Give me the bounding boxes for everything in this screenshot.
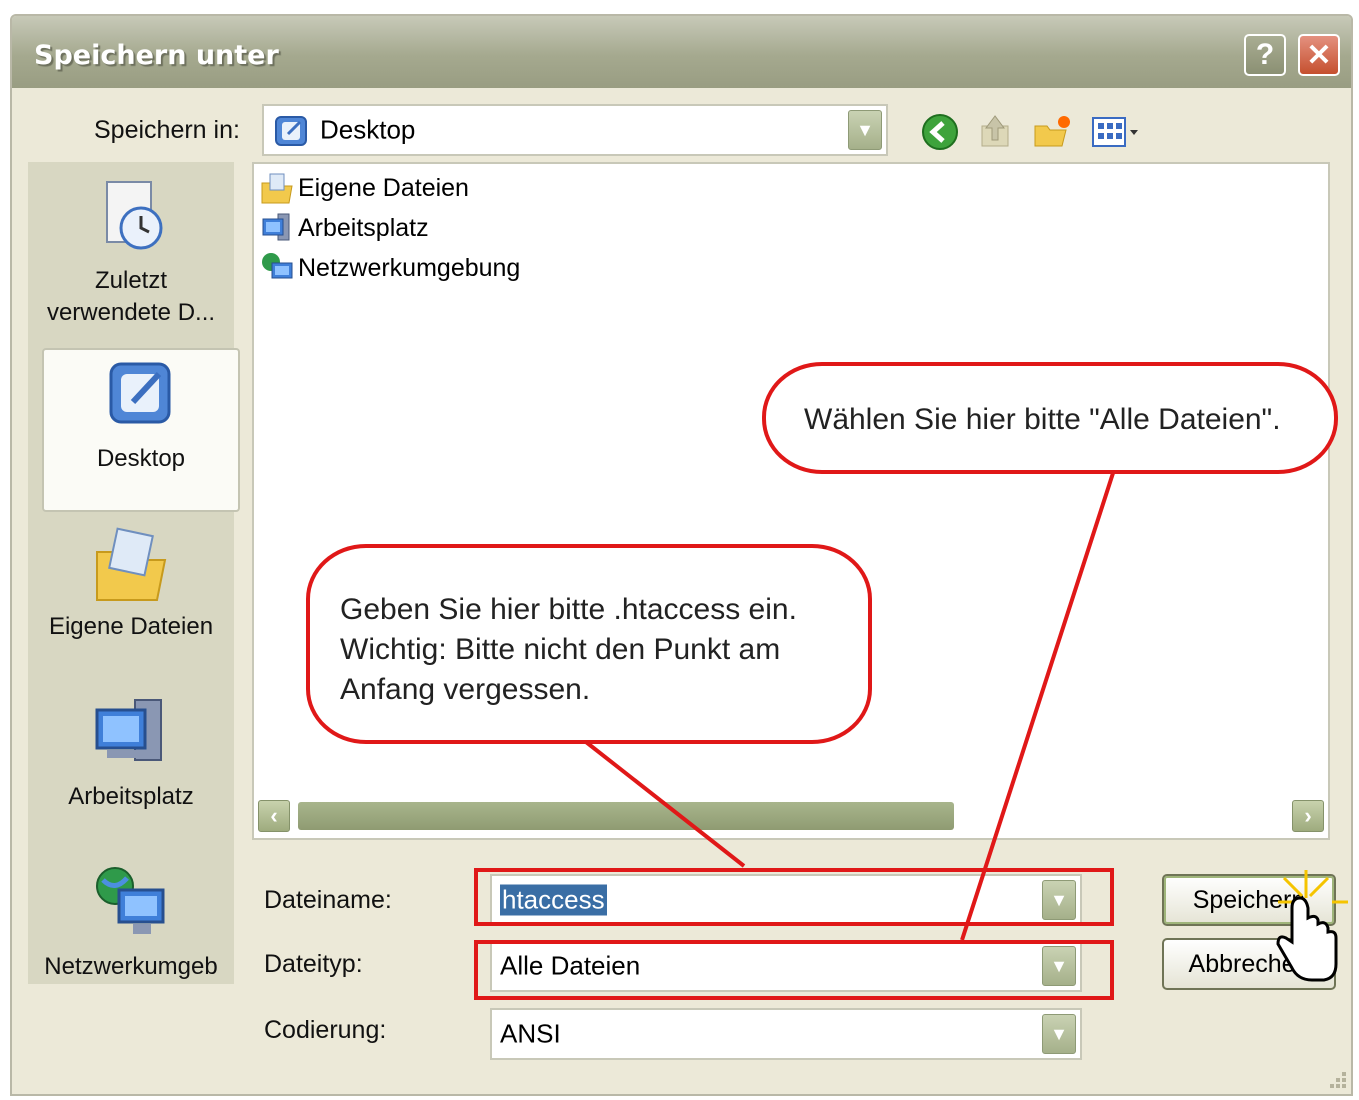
filetype-hint-text: Wählen Sie hier bitte "Alle Dateien". <box>804 403 1281 436</box>
filename-hint-line1: Geben Sie hier bitte .htaccess ein. <box>340 593 797 626</box>
filename-hint-line2: Wichtig: Bitte nicht den Punkt am <box>340 633 781 666</box>
filename-hint-line3: Anfang vergessen. <box>340 673 591 706</box>
filetype-hint-bubble: Wählen Sie hier bitte "Alle Dateien". <box>762 362 1338 474</box>
filename-hint-bubble: Geben Sie hier bitte .htaccess ein. Wich… <box>306 544 872 744</box>
hand-cursor-icon <box>1276 870 1348 982</box>
